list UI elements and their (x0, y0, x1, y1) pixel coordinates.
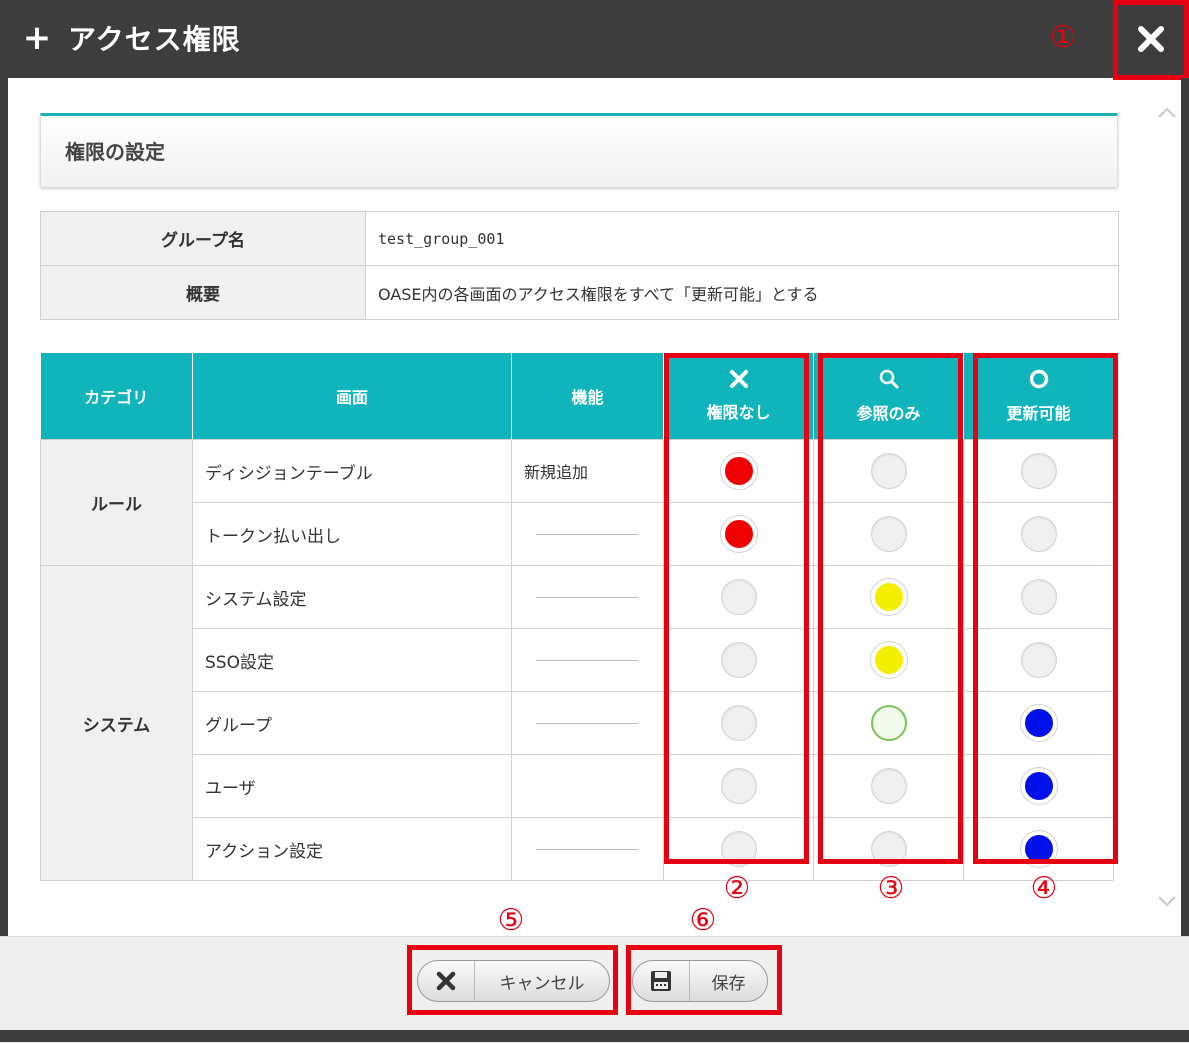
scroll-down-icon[interactable] (1152, 886, 1182, 916)
annotation-box-view (818, 353, 963, 864)
header-screen: 画面 (192, 353, 512, 440)
annotation-box-none (664, 353, 809, 864)
dialog-frame-right (1181, 78, 1189, 936)
annotation-3: ③ (877, 871, 905, 906)
category-system: システム (40, 565, 193, 881)
annotation-1: ① (1049, 20, 1077, 55)
function-empty (511, 691, 664, 755)
function-empty (511, 502, 664, 566)
category-rule: ルール (40, 439, 193, 566)
function-name: 新規追加 (511, 439, 664, 503)
function-empty (511, 628, 664, 692)
section-title: 権限の設定 (65, 140, 165, 164)
screen-name: ディシジョンテーブル (192, 439, 512, 503)
header-category: カテゴリ (40, 353, 193, 440)
screen-name: トークン払い出し (192, 502, 512, 566)
function-empty (511, 817, 664, 881)
header-function: 機能 (511, 353, 664, 440)
scroll-up-icon[interactable] (1152, 98, 1182, 128)
screen-name: ユーザ (192, 754, 512, 818)
dialog-frame-left (0, 78, 8, 936)
table-row: 概要 OASE内の各画面のアクセス権限をすべて「更新可能」とする (40, 265, 1119, 320)
group-name-value: test_group_001 (365, 211, 1119, 266)
annotation-box-close (1113, 0, 1189, 80)
dialog-frame-bottom (0, 1030, 1189, 1042)
dialog-title: アクセス権限 (68, 23, 241, 56)
annotation-5: ⑤ (497, 903, 525, 938)
function-empty (511, 565, 664, 629)
annotation-box-save (626, 945, 782, 1015)
annotation-4: ④ (1030, 871, 1058, 906)
section-header: 権限の設定 (40, 113, 1118, 187)
group-info-table: グループ名 test_group_001 概要 OASE内の各画面のアクセス権限… (40, 211, 1119, 320)
scrollbar[interactable] (1152, 86, 1182, 916)
screen-name: システム設定 (192, 565, 512, 629)
plus-icon: + (22, 18, 52, 58)
screen-name: SSO設定 (192, 628, 512, 692)
summary-value: OASE内の各画面のアクセス権限をすべて「更新可能」とする (365, 265, 1119, 320)
function-empty (511, 754, 664, 818)
annotation-2: ② (723, 871, 751, 906)
annotation-box-update (973, 353, 1118, 864)
summary-label: 概要 (40, 265, 366, 320)
dialog-titlebar: + アクセス権限 ① (0, 0, 1189, 78)
group-name-label: グループ名 (40, 211, 366, 266)
annotation-6: ⑥ (689, 903, 717, 938)
table-row: グループ名 test_group_001 (40, 211, 1119, 266)
screen-name: アクション設定 (192, 817, 512, 881)
screen-name: グループ (192, 691, 512, 755)
annotation-box-cancel (407, 945, 618, 1015)
